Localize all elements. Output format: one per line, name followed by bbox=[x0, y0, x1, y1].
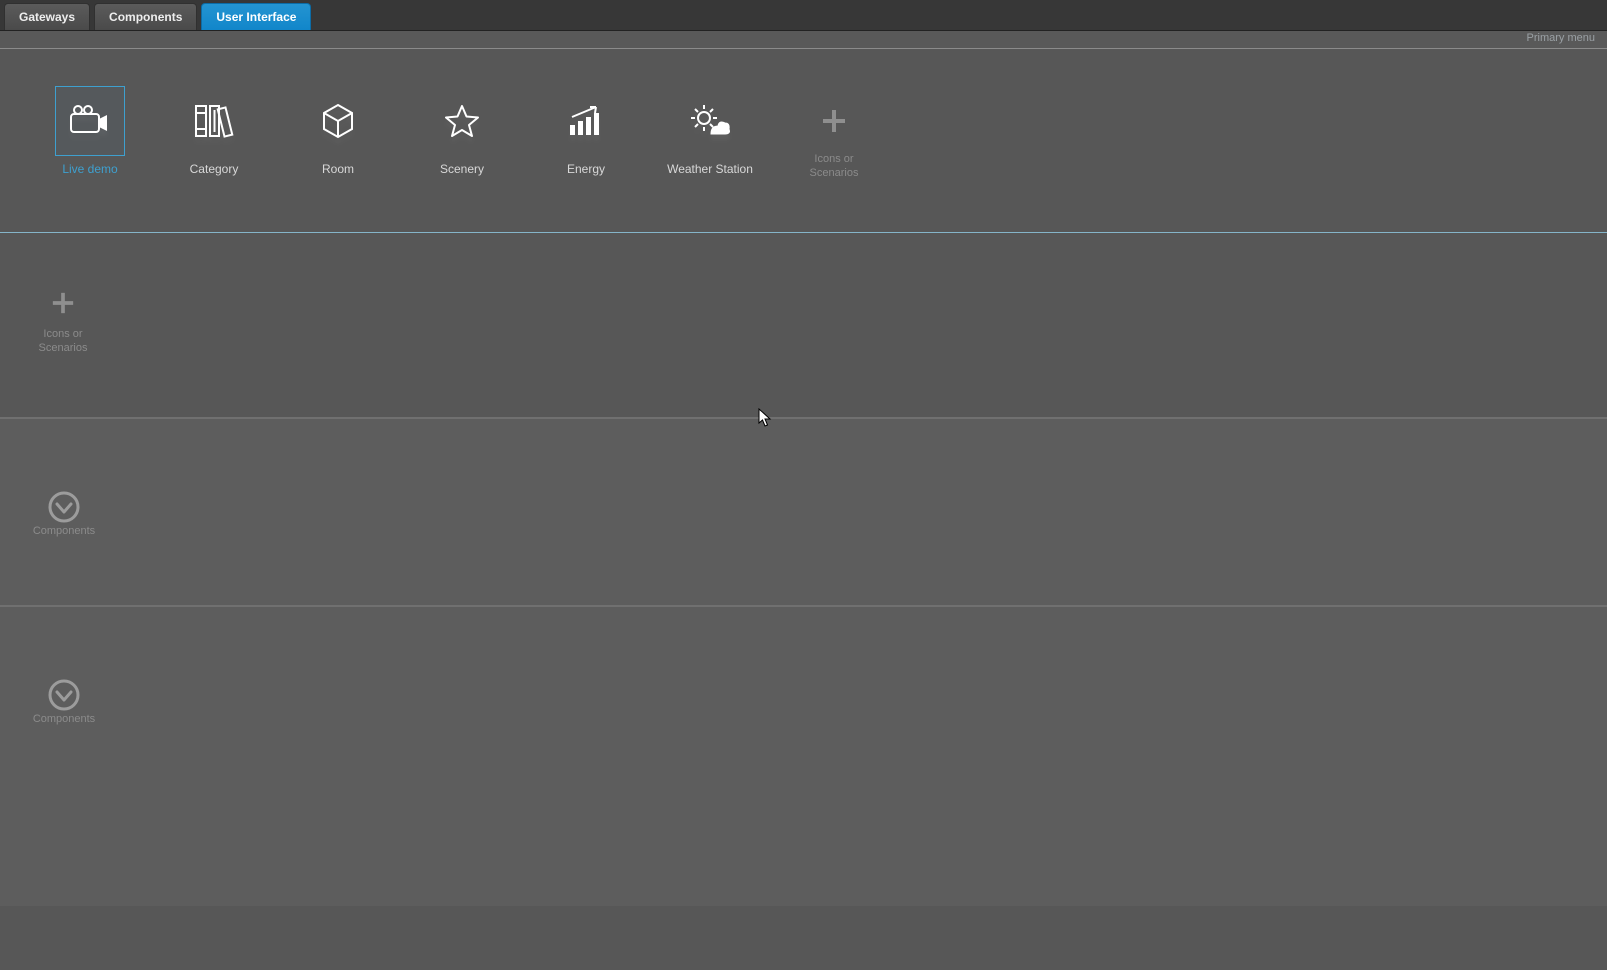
menu-item-label: Energy bbox=[567, 162, 605, 178]
camera-icon bbox=[55, 86, 125, 156]
primary-menu-link[interactable]: Primary menu bbox=[1527, 32, 1595, 44]
menu-item-scenery[interactable]: Scenery bbox=[400, 86, 524, 178]
sub-section: Icons or Scenarios bbox=[0, 233, 1607, 419]
plus-icon bbox=[799, 86, 869, 156]
plus-icon bbox=[43, 283, 83, 323]
menu-item-label: Live demo bbox=[62, 162, 117, 178]
chevron-down-circle-icon bbox=[48, 491, 80, 523]
tab-bar: Gateways Components User Interface bbox=[0, 0, 1607, 31]
chart-icon bbox=[551, 86, 621, 156]
components-panel-2: Components bbox=[0, 606, 1607, 906]
components-dropdown-1[interactable]: Components bbox=[24, 491, 104, 537]
header-strip: Primary menu bbox=[0, 31, 1607, 49]
menu-item-add[interactable]: Icons or Scenarios bbox=[772, 86, 896, 181]
cube-icon bbox=[303, 86, 373, 156]
menu-item-energy[interactable]: Energy bbox=[524, 86, 648, 178]
primary-icon-row: Live demo Category bbox=[0, 49, 1607, 232]
primary-section: Live demo Category bbox=[0, 49, 1607, 233]
chevron-down-circle-icon bbox=[48, 679, 80, 711]
menu-item-label: Room bbox=[322, 162, 354, 178]
menu-item-label: Scenery bbox=[440, 162, 484, 178]
menu-item-category[interactable]: Category bbox=[152, 86, 276, 178]
sub-item-add[interactable]: Icons or Scenarios bbox=[28, 283, 98, 356]
tab-gateways[interactable]: Gateways bbox=[4, 3, 90, 30]
sub-item-label: Icons or Scenarios bbox=[39, 327, 88, 356]
components-label: Components bbox=[33, 525, 95, 537]
menu-item-label: Icons or Scenarios bbox=[810, 152, 859, 181]
menu-item-label: Weather Station bbox=[667, 162, 753, 178]
tab-user-interface[interactable]: User Interface bbox=[201, 3, 311, 30]
menu-item-label: Category bbox=[190, 162, 239, 178]
tab-components[interactable]: Components bbox=[94, 3, 197, 30]
weather-icon bbox=[675, 86, 745, 156]
books-icon bbox=[179, 86, 249, 156]
menu-item-weather[interactable]: Weather Station bbox=[648, 86, 772, 178]
components-dropdown-2[interactable]: Components bbox=[24, 679, 104, 725]
menu-item-room[interactable]: Room bbox=[276, 86, 400, 178]
components-panel-1: Components bbox=[0, 418, 1607, 606]
sub-icon-row: Icons or Scenarios bbox=[0, 233, 1607, 418]
components-label: Components bbox=[33, 713, 95, 725]
menu-item-live-demo[interactable]: Live demo bbox=[28, 86, 152, 178]
star-icon bbox=[427, 86, 497, 156]
